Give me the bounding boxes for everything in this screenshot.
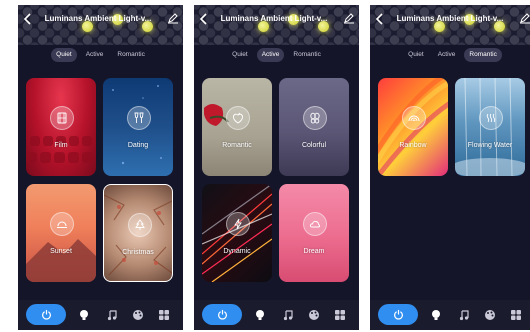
tab-active[interactable]: Active xyxy=(433,48,461,62)
edit-icon[interactable] xyxy=(167,12,179,24)
bulb-icon[interactable] xyxy=(430,309,442,321)
tab-active[interactable]: Active xyxy=(81,48,109,62)
apple-heart-icon xyxy=(226,106,250,130)
scene-card-colorful[interactable]: Colorful xyxy=(279,78,349,176)
header xyxy=(194,5,359,45)
lightning-icon xyxy=(226,212,250,236)
tab-active[interactable]: Active xyxy=(256,48,285,62)
scene-card-christmas[interactable]: Christmas xyxy=(103,184,173,282)
tab-quiet[interactable]: Quiet xyxy=(227,48,253,62)
grid-icon[interactable] xyxy=(334,309,346,321)
edit-icon[interactable] xyxy=(519,12,530,24)
cloud-icon xyxy=(303,212,327,236)
power-icon xyxy=(393,309,403,320)
bulb-icon[interactable] xyxy=(78,309,90,321)
rainbow-icon xyxy=(402,106,426,130)
christmas-tree-icon xyxy=(128,213,152,237)
scene-card-flowing-water[interactable]: Flowing Water xyxy=(455,78,525,176)
tab-quiet[interactable]: Quiet xyxy=(51,48,77,62)
page-title: Luminans Ambient Light-v... xyxy=(396,14,504,23)
tab-bar: Quiet Active Romantic xyxy=(194,48,359,62)
champagne-glasses-icon xyxy=(127,106,151,130)
scene-card-rainbow[interactable]: Rainbow xyxy=(378,78,448,176)
bulb-icon[interactable] xyxy=(254,309,266,321)
tab-romantic[interactable]: Romantic xyxy=(288,48,325,62)
palette-icon[interactable] xyxy=(308,309,320,321)
scene-card-dating[interactable]: Dating xyxy=(103,78,173,176)
edit-icon[interactable] xyxy=(343,12,355,24)
power-button[interactable] xyxy=(202,304,242,325)
tab-romantic[interactable]: Romantic xyxy=(464,48,502,62)
scene-card-label: Colorful xyxy=(301,142,327,149)
music-icon[interactable] xyxy=(282,309,294,321)
scene-card-label: Flowing Water xyxy=(467,142,513,149)
scene-card-film[interactable]: Film xyxy=(26,78,96,176)
scene-card-dream[interactable]: Dream xyxy=(279,184,349,282)
bottom-nav xyxy=(370,300,530,330)
power-icon xyxy=(41,309,51,320)
scene-card-dynamic[interactable]: Dynamic xyxy=(202,184,272,282)
grid-icon[interactable] xyxy=(510,309,522,321)
phone-screen-active: Luminans Ambient Light-v... Quiet Active… xyxy=(194,5,359,330)
header xyxy=(370,5,530,45)
header xyxy=(18,5,183,45)
tab-quiet[interactable]: Quiet xyxy=(403,48,429,62)
sunset-icon xyxy=(50,212,74,236)
scene-card-label: Dynamic xyxy=(223,248,251,255)
scene-card-label: Dream xyxy=(303,248,325,255)
power-button[interactable] xyxy=(378,304,418,325)
music-icon[interactable] xyxy=(458,309,470,321)
power-icon xyxy=(217,309,227,320)
bottom-nav xyxy=(194,300,359,330)
scene-card-label: Romantic xyxy=(222,142,252,149)
page-title: Luminans Ambient Light-v... xyxy=(220,14,328,23)
palette-icon[interactable] xyxy=(484,309,496,321)
bottom-nav xyxy=(18,300,183,330)
scene-card-label: Film xyxy=(54,142,68,149)
music-icon[interactable] xyxy=(106,309,118,321)
palette-icon[interactable] xyxy=(132,309,144,321)
scene-card-sunset[interactable]: Sunset xyxy=(26,184,96,282)
tab-romantic[interactable]: Romantic xyxy=(112,48,149,62)
tab-bar: Quiet Active Romantic xyxy=(18,48,183,62)
scene-card-label: Sunset xyxy=(50,248,72,255)
phone-screen-romantic: Luminans Ambient Light-v... Quiet Active… xyxy=(370,5,530,330)
scene-card-label: Christmas xyxy=(122,249,154,256)
power-button[interactable] xyxy=(26,304,66,325)
scene-card-label: Dating xyxy=(127,142,149,149)
balloons-icon xyxy=(303,106,327,130)
water-waves-icon xyxy=(479,106,503,130)
scene-card-label: Rainbow xyxy=(399,142,427,149)
grid-icon[interactable] xyxy=(158,309,170,321)
phone-screen-quiet: Luminans Ambient Light-v... Quiet Active… xyxy=(18,5,183,330)
tab-bar: Quiet Active Romantic xyxy=(370,48,530,62)
page-title: Luminans Ambient Light-v... xyxy=(44,14,152,23)
scene-card-romantic[interactable]: Romantic xyxy=(202,78,272,176)
film-icon xyxy=(50,106,74,130)
